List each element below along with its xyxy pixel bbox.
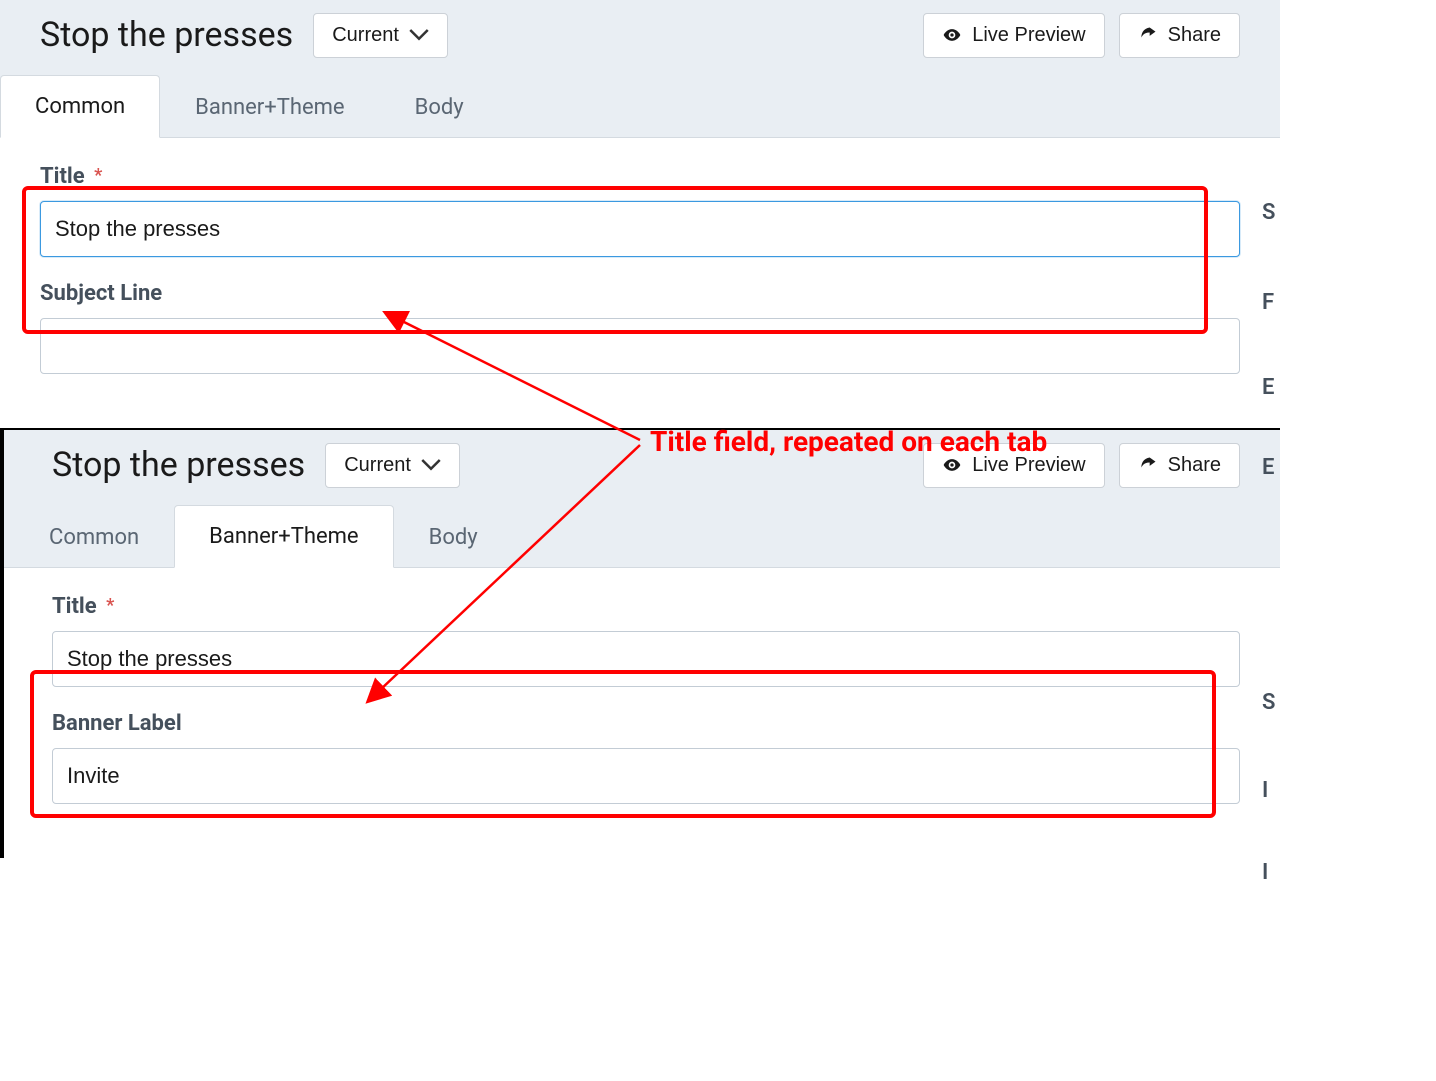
tabs: CommonBanner+ThemeBody <box>4 500 1280 568</box>
share-button[interactable]: Share <box>1119 443 1240 488</box>
banner-label-input[interactable] <box>52 748 1240 804</box>
side-letter: I <box>1262 778 1280 803</box>
title-label: Title * <box>40 164 1240 189</box>
side-letter: S <box>1262 200 1280 225</box>
page-title: Stop the presses <box>40 15 293 55</box>
title-input[interactable] <box>52 631 1240 687</box>
field-subject-line: Subject Line <box>40 281 1240 374</box>
subject-line-input[interactable] <box>40 318 1240 374</box>
subject-line-label: Subject Line <box>40 281 1240 306</box>
banner-label-label: Banner Label <box>52 711 1240 736</box>
panel-common: Title * Subject Line <box>0 138 1280 428</box>
title-label-text: Title <box>40 164 85 189</box>
tab-banner-theme[interactable]: Banner+Theme <box>174 505 393 568</box>
required-mark: * <box>94 165 102 186</box>
tab-body[interactable]: Body <box>394 506 513 568</box>
required-mark: * <box>106 595 114 616</box>
annotation-text: Title field, repeated on each tab <box>650 425 1047 458</box>
tabs: CommonBanner+ThemeBody <box>0 70 1280 138</box>
share-icon <box>1138 455 1158 475</box>
tab-common[interactable]: Common <box>14 506 174 568</box>
field-banner-label: Banner Label <box>52 711 1240 804</box>
panel-banner-theme: Title * Banner Label <box>4 568 1280 858</box>
side-letter: S <box>1262 690 1280 715</box>
field-title: Title * <box>52 594 1240 687</box>
title-input[interactable] <box>40 201 1240 257</box>
editor-top: Stop the presses Current Live Preview Sh… <box>0 0 1280 428</box>
title-label: Title * <box>52 594 1240 619</box>
share-button[interactable]: Share <box>1119 13 1240 58</box>
eye-icon <box>942 25 962 45</box>
share-icon <box>1138 25 1158 45</box>
side-letter: E <box>1262 455 1280 480</box>
side-letter: E <box>1262 375 1280 400</box>
share-label: Share <box>1168 454 1221 477</box>
side-letter: F <box>1262 290 1280 315</box>
live-preview-button[interactable]: Live Preview <box>923 13 1104 58</box>
tab-common[interactable]: Common <box>0 75 160 138</box>
tab-body[interactable]: Body <box>380 76 499 138</box>
tab-banner-theme[interactable]: Banner+Theme <box>160 76 379 138</box>
version-label: Current <box>332 24 399 47</box>
live-preview-label: Live Preview <box>972 24 1085 47</box>
version-dropdown[interactable]: Current <box>325 443 460 488</box>
chevron-down-icon <box>409 25 429 45</box>
chevron-down-icon <box>421 455 441 475</box>
share-label: Share <box>1168 24 1221 47</box>
editor-header: Stop the presses Current Live Preview Sh… <box>0 0 1280 70</box>
editor-header: Stop the presses Current Live Preview Sh… <box>4 430 1280 500</box>
editor-bottom: Stop the presses Current Live Preview Sh… <box>4 430 1280 858</box>
page-title: Stop the presses <box>52 445 305 485</box>
title-label-text: Title <box>52 594 97 619</box>
version-label: Current <box>344 454 411 477</box>
side-letter: I <box>1262 860 1280 885</box>
field-title: Title * <box>40 164 1240 257</box>
eye-icon <box>942 455 962 475</box>
version-dropdown[interactable]: Current <box>313 13 448 58</box>
